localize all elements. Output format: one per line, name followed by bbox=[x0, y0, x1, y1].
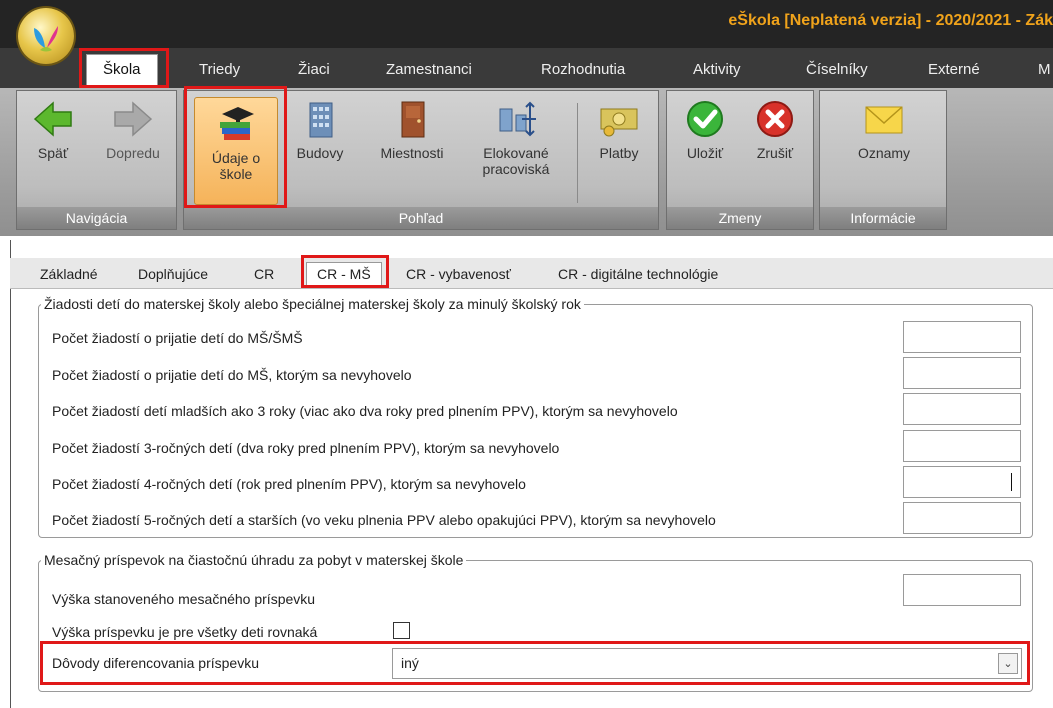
oznamy-label: Oznamy bbox=[857, 145, 911, 161]
subtab-cr-ms[interactable]: CR - MŠ bbox=[306, 262, 382, 288]
group-informacie: Oznamy Informácie bbox=[819, 90, 947, 230]
input-ziadosti-4-rocne[interactable] bbox=[903, 466, 1021, 498]
building-icon bbox=[309, 102, 333, 138]
udaje-label-1: Údaje o bbox=[211, 150, 261, 166]
input-ziadosti-nevyhovelo[interactable] bbox=[903, 357, 1021, 389]
menu-tab-skola[interactable]: Škola bbox=[86, 54, 158, 86]
back-label: Späť bbox=[37, 145, 69, 161]
chevron-down-icon[interactable]: ⌄ bbox=[998, 653, 1018, 674]
menu-tab-aktivity[interactable]: Aktivity bbox=[693, 61, 741, 78]
section-prispevok-legend: Mesačný príspevok na čiastočnú úhradu za… bbox=[44, 552, 464, 568]
group-pohlad: Údaje o škole Budovy Miestnosti Elokovan… bbox=[183, 90, 659, 230]
group-label-pohlad: Pohľad bbox=[184, 207, 658, 229]
row-label: Počet žiadostí o prijatie detí do MŠ/ŠMŠ bbox=[52, 330, 303, 346]
group-label-navigacia: Navigácia bbox=[17, 207, 176, 229]
cancel-x-icon bbox=[757, 101, 793, 137]
forward-label: Dopredu bbox=[106, 145, 160, 161]
elokovane-label-1: Elokované bbox=[483, 145, 549, 161]
money-icon bbox=[600, 108, 638, 137]
subtab-doplnujuce[interactable]: Doplňujúce bbox=[138, 266, 208, 282]
subtab-zakladne[interactable]: Základné bbox=[40, 266, 98, 282]
subtab-cr-vybavenost[interactable]: CR - vybavenosť bbox=[406, 266, 511, 282]
forward-button[interactable]: Dopredu bbox=[93, 99, 173, 161]
cancel-label: Zrušiť bbox=[756, 145, 794, 161]
input-ziadosti-5-rocne[interactable] bbox=[903, 502, 1021, 534]
group-navigacia: Späť Dopredu Navigácia bbox=[16, 90, 177, 230]
input-ziadosti-3-rocne[interactable] bbox=[903, 430, 1021, 462]
amount-label: Výška stanoveného mesačného príspevku bbox=[52, 591, 316, 607]
reasons-label: Dôvody diferencovania príspevku bbox=[52, 655, 260, 671]
title-bar: eŠkola [Neplatená verzia] - 2020/2021 - … bbox=[0, 0, 1053, 48]
menu-tab-rozhodnutia[interactable]: Rozhodnutia bbox=[541, 61, 625, 78]
menu-bar bbox=[0, 48, 1053, 88]
menu-tab-externe[interactable]: Externé bbox=[928, 61, 980, 78]
school-books-icon bbox=[220, 107, 254, 140]
row-label: Počet žiadostí detí mladších ako 3 roky … bbox=[52, 403, 678, 419]
back-arrow-icon bbox=[33, 101, 72, 137]
save-label: Uložiť bbox=[686, 145, 724, 161]
oznamy-button[interactable]: Oznamy bbox=[834, 99, 934, 161]
udaje-label-2: škole bbox=[219, 166, 253, 182]
menu-tab-zamestnanci[interactable]: Zamestnanci bbox=[386, 61, 472, 78]
app-menu-button[interactable] bbox=[18, 8, 74, 64]
udaje-o-skole-button[interactable]: Údaje o škole bbox=[194, 97, 278, 205]
back-button[interactable]: Späť bbox=[21, 99, 85, 161]
group-label-informacie: Informácie bbox=[820, 207, 946, 229]
reasons-select-value: iný bbox=[401, 655, 419, 671]
budovy-button[interactable]: Budovy bbox=[285, 99, 355, 161]
network-buildings-icon bbox=[499, 101, 536, 137]
input-vyska-prispevku[interactable] bbox=[903, 574, 1021, 606]
door-icon bbox=[401, 101, 425, 138]
cancel-button[interactable]: Zrušiť bbox=[743, 99, 807, 161]
checkbox-rovnaka-vyska[interactable] bbox=[393, 622, 410, 639]
checkmark-icon bbox=[687, 101, 723, 137]
envelope-icon bbox=[865, 106, 903, 134]
section-ziadosti-legend: Žiadosti detí do materskej školy alebo š… bbox=[44, 296, 581, 312]
ribbon: Späť Dopredu Navigácia Údaje o škole Bud… bbox=[0, 88, 1053, 236]
input-ziadosti-ms-smš[interactable] bbox=[903, 321, 1021, 353]
window-title: eŠkola [Neplatená verzia] - 2020/2021 - … bbox=[728, 12, 1053, 29]
input-ziadosti-mladsie-3[interactable] bbox=[903, 393, 1021, 425]
menu-tab-ciselniky[interactable]: Číselníky bbox=[806, 61, 868, 78]
row-label: Počet žiadostí o prijatie detí do MŠ, kt… bbox=[52, 367, 412, 383]
elokovane-pracoviska-button[interactable]: Elokované pracoviská bbox=[466, 99, 566, 177]
platby-label: Platby bbox=[599, 145, 639, 161]
platby-button[interactable]: Platby bbox=[586, 99, 652, 161]
budovy-label: Budovy bbox=[296, 145, 344, 161]
row-label: Počet žiadostí 5-ročných detí a starších… bbox=[52, 512, 716, 528]
app-logo-icon bbox=[34, 26, 58, 52]
elokovane-label-2: pracoviská bbox=[482, 161, 550, 177]
reasons-select[interactable]: iný ⌄ bbox=[392, 648, 1022, 679]
menu-tab-ziaci[interactable]: Žiaci bbox=[298, 61, 330, 78]
subtab-cr[interactable]: CR bbox=[254, 266, 274, 282]
group-label-zmeny: Zmeny bbox=[667, 207, 813, 229]
group-zmeny: Uložiť Zrušiť Zmeny bbox=[666, 90, 814, 230]
menu-tab-more[interactable]: M bbox=[1038, 61, 1051, 78]
menu-tab-triedy[interactable]: Triedy bbox=[199, 61, 240, 78]
text-cursor bbox=[1011, 473, 1012, 491]
row-label: Počet žiadostí 4-ročných detí (rok pred … bbox=[52, 476, 526, 492]
forward-arrow-icon bbox=[114, 101, 153, 137]
miestnosti-label: Miestnosti bbox=[380, 145, 444, 161]
separator bbox=[577, 103, 578, 203]
subtab-cr-digitalne[interactable]: CR - digitálne technológie bbox=[558, 266, 718, 282]
row-label: Počet žiadostí 3-ročných detí (dva roky … bbox=[52, 440, 560, 456]
sub-tab-strip: Základné Doplňujúce CR CR - MŠ CR - vyba… bbox=[10, 258, 1053, 289]
miestnosti-button[interactable]: Miestnosti bbox=[367, 99, 457, 161]
equal-label: Výška príspevku je pre všetky deti rovna… bbox=[52, 624, 318, 640]
save-button[interactable]: Uložiť bbox=[673, 99, 737, 161]
